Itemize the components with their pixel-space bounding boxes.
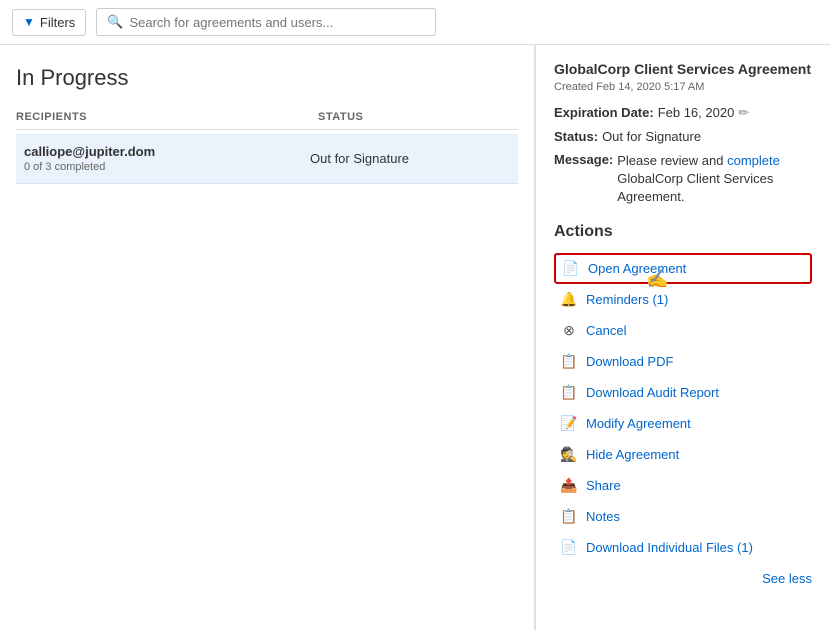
table-row[interactable]: calliope@jupiter.dom 0 of 3 completed Ou… bbox=[16, 134, 518, 184]
search-input[interactable] bbox=[129, 15, 425, 30]
download-pdf-label: Download PDF bbox=[586, 354, 673, 369]
search-icon: 🔍 bbox=[107, 14, 123, 30]
recipient-info: calliope@jupiter.dom 0 of 3 completed bbox=[24, 144, 310, 173]
action-download-individual-files[interactable]: 📄 Download Individual Files (1) bbox=[554, 532, 812, 563]
modify-agreement-label: Modify Agreement bbox=[586, 416, 691, 431]
download-individual-files-label: Download Individual Files (1) bbox=[586, 540, 753, 555]
action-cancel[interactable]: ⊗ Cancel bbox=[554, 315, 812, 346]
download-individual-files-icon: 📄 bbox=[560, 539, 578, 556]
edit-icon[interactable]: ✏ bbox=[738, 105, 749, 121]
cancel-label: Cancel bbox=[586, 323, 626, 338]
toolbar: ▼ Filters 🔍 bbox=[0, 0, 830, 45]
actions-list: 📄Open Agreement✍🔔Reminders (1)⊗Cancel📋Do… bbox=[554, 253, 812, 563]
filter-icon: ▼ bbox=[23, 15, 35, 29]
message-label: Message: bbox=[554, 152, 613, 167]
cancel-icon: ⊗ bbox=[560, 322, 578, 339]
status-row: Status: Out for Signature bbox=[554, 129, 812, 144]
see-less-button[interactable]: See less bbox=[762, 571, 812, 586]
reminders-icon: 🔔 bbox=[560, 291, 578, 308]
message-row: Message: Please review and complete Glob… bbox=[554, 152, 812, 207]
share-label: Share bbox=[586, 478, 621, 493]
recipient-email: calliope@jupiter.dom bbox=[24, 144, 310, 159]
column-recipients: RECIPIENTS bbox=[16, 111, 318, 123]
status-value: Out for Signature bbox=[602, 129, 701, 144]
modify-agreement-icon: 📝 bbox=[560, 415, 578, 432]
message-link: complete bbox=[727, 153, 780, 168]
page-title: In Progress bbox=[16, 65, 518, 91]
agreement-title: GlobalCorp Client Services Agreement bbox=[554, 61, 812, 77]
search-box: 🔍 bbox=[96, 8, 436, 36]
action-open-agreement[interactable]: 📄Open Agreement✍ bbox=[554, 253, 812, 284]
action-download-pdf[interactable]: 📋 Download PDF bbox=[554, 346, 812, 377]
notes-label: Notes bbox=[586, 509, 620, 524]
open-agreement-label: Open Agreement bbox=[588, 261, 686, 276]
recipient-count: 0 of 3 completed bbox=[24, 161, 310, 173]
filter-button[interactable]: ▼ Filters bbox=[12, 9, 86, 36]
hide-agreement-label: Hide Agreement bbox=[586, 447, 679, 462]
action-notes[interactable]: 📋 Notes bbox=[554, 501, 812, 532]
main-content: In Progress RECIPIENTS STATUS calliope@j… bbox=[0, 45, 830, 630]
open-agreement-icon: 📄 bbox=[562, 260, 580, 277]
action-reminders[interactable]: 🔔 Reminders (1) bbox=[554, 284, 812, 315]
action-modify-agreement[interactable]: 📝 Modify Agreement bbox=[554, 408, 812, 439]
download-audit-report-icon: 📋 bbox=[560, 384, 578, 401]
filter-label: Filters bbox=[40, 15, 75, 30]
created-date: Created Feb 14, 2020 5:17 AM bbox=[554, 81, 812, 93]
left-panel: In Progress RECIPIENTS STATUS calliope@j… bbox=[0, 45, 535, 630]
notes-icon: 📋 bbox=[560, 508, 578, 525]
status-cell: Out for Signature bbox=[310, 151, 510, 166]
action-hide-agreement[interactable]: 🕵 Hide Agreement bbox=[554, 439, 812, 470]
action-share[interactable]: 📤 Share bbox=[554, 470, 812, 501]
expiration-value: Feb 16, 2020 bbox=[658, 105, 735, 120]
reminders-label: Reminders (1) bbox=[586, 292, 668, 307]
table-header: RECIPIENTS STATUS bbox=[16, 111, 518, 130]
actions-title: Actions bbox=[554, 223, 812, 241]
see-less-row: See less bbox=[554, 563, 812, 586]
message-text: Please review and complete GlobalCorp Cl… bbox=[617, 152, 812, 207]
hide-agreement-icon: 🕵 bbox=[560, 446, 578, 463]
download-audit-report-label: Download Audit Report bbox=[586, 385, 719, 400]
column-status: STATUS bbox=[318, 111, 518, 123]
expiration-label: Expiration Date: bbox=[554, 105, 654, 120]
action-download-audit-report[interactable]: 📋 Download Audit Report bbox=[554, 377, 812, 408]
expiration-row: Expiration Date: Feb 16, 2020 ✏ bbox=[554, 105, 812, 121]
share-icon: 📤 bbox=[560, 477, 578, 494]
right-panel: GlobalCorp Client Services Agreement Cre… bbox=[535, 45, 830, 630]
status-label: Status: bbox=[554, 129, 598, 144]
download-pdf-icon: 📋 bbox=[560, 353, 578, 370]
